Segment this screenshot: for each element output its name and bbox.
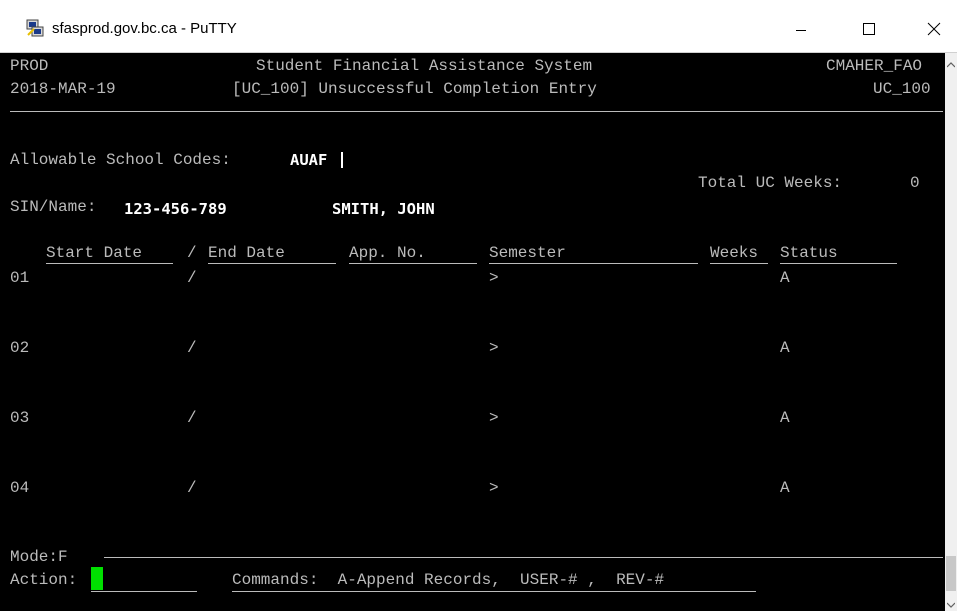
commands-underline (232, 591, 756, 592)
semester-marker[interactable]: > (489, 268, 499, 288)
col-start-date-underline (46, 263, 173, 264)
col-semester: Semester (489, 244, 566, 262)
school-codes-value[interactable]: AUAF (290, 150, 327, 170)
vertical-scrollbar[interactable] (945, 53, 957, 611)
col-weeks: Weeks (710, 244, 759, 262)
scrollbar-thumb[interactable] (946, 556, 956, 591)
date-separator: / (187, 339, 197, 357)
date-separator: / (187, 409, 197, 427)
status-value[interactable]: A (780, 478, 790, 498)
col-end-date: End Date (208, 244, 285, 262)
user-id: CMAHER_FAO (826, 57, 923, 75)
row-number: 01 (10, 269, 30, 287)
semester-marker[interactable]: > (489, 338, 499, 358)
footer-divider (104, 557, 943, 558)
col-status-underline (780, 263, 897, 264)
action-input-underline[interactable] (91, 591, 197, 592)
maximize-button[interactable] (846, 14, 892, 46)
scroll-down-button[interactable] (945, 593, 957, 611)
terminal-screen[interactable]: PROD Student Financial Assistance System… (0, 53, 945, 611)
col-semester-underline (489, 263, 698, 264)
close-button[interactable] (911, 14, 957, 46)
date-separator: / (187, 269, 197, 287)
semester-marker[interactable]: > (489, 478, 499, 498)
minimize-icon (795, 21, 807, 40)
status-value[interactable]: A (780, 408, 790, 428)
col-separator: / (187, 244, 197, 262)
current-date: 2018-MAR-19 (10, 80, 116, 98)
col-start-date: Start Date (46, 244, 143, 262)
status-value[interactable]: A (780, 338, 790, 358)
screen-title: [UC_100] Unsuccessful Completion Entry (232, 80, 597, 98)
school-codes-label: Allowable School Codes: (10, 151, 231, 169)
terminal-cursor (91, 567, 103, 590)
student-name: SMITH, JOHN (332, 200, 435, 218)
total-uc-weeks-label: Total UC Weeks: (698, 174, 843, 192)
chevron-up-icon (946, 53, 956, 72)
maximize-icon (862, 21, 876, 40)
screen-code: UC_100 (873, 80, 931, 98)
col-status: Status (780, 244, 838, 262)
window-title: sfasprod.gov.bc.ca - PuTTY (52, 20, 237, 37)
row-number: 02 (10, 339, 30, 357)
chevron-down-icon (946, 593, 956, 612)
window-titlebar: sfasprod.gov.bc.ca - PuTTY (0, 0, 957, 53)
text-caret (341, 152, 343, 168)
sin-label: SIN/Name: (10, 198, 97, 216)
row-number: 03 (10, 409, 30, 427)
header-divider (10, 111, 943, 112)
scroll-up-button[interactable] (945, 53, 957, 71)
status-value[interactable]: A (780, 268, 790, 288)
minimize-button[interactable] (778, 14, 824, 46)
col-end-date-underline (208, 263, 336, 264)
col-weeks-underline (710, 263, 768, 264)
date-separator: / (187, 479, 197, 497)
total-uc-weeks-value: 0 (910, 174, 920, 192)
mode-indicator: Mode:F (10, 548, 68, 566)
system-title: Student Financial Assistance System (256, 57, 593, 75)
semester-marker[interactable]: > (489, 408, 499, 428)
sin-value[interactable]: 123-456-789 (124, 199, 227, 219)
commands-help: Commands: A-Append Records, USER-# , REV… (232, 571, 665, 589)
close-icon (927, 21, 941, 40)
env-label: PROD (10, 57, 49, 75)
putty-icon (26, 19, 44, 37)
row-number: 04 (10, 479, 30, 497)
col-app-no-underline (349, 263, 477, 264)
col-app-no: App. No. (349, 244, 426, 262)
action-label: Action: (10, 571, 78, 589)
